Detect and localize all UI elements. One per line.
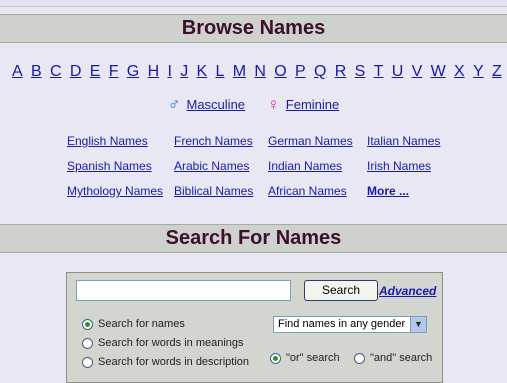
letter-v-link[interactable]: V xyxy=(412,63,423,81)
search-names-heading: Search For Names xyxy=(0,224,507,253)
category-french-link[interactable]: French Names xyxy=(174,133,268,149)
male-symbol-icon: ♂ xyxy=(167,95,181,114)
category-indian-link[interactable]: Indian Names xyxy=(268,158,367,174)
letter-h-link[interactable]: H xyxy=(148,63,160,81)
option-and-search-label: "and" search xyxy=(370,352,433,364)
letter-a-link[interactable]: A xyxy=(12,63,23,81)
gender-select[interactable]: Find names in any gender ▼ xyxy=(273,316,427,333)
category-italian-link[interactable]: Italian Names xyxy=(367,133,477,149)
category-arabic-link[interactable]: Arabic Names xyxy=(174,158,268,174)
category-spanish-link[interactable]: Spanish Names xyxy=(67,158,174,174)
letter-q-link[interactable]: Q xyxy=(314,63,326,81)
letter-e-link[interactable]: E xyxy=(90,63,101,81)
letter-i-link[interactable]: I xyxy=(167,63,171,81)
letter-f-link[interactable]: F xyxy=(109,63,119,81)
letter-p-link[interactable]: P xyxy=(295,63,306,81)
advanced-search-link[interactable]: Advanced xyxy=(379,284,436,298)
radio-selected[interactable] xyxy=(270,352,281,364)
gender-links: ♂ Masculine ♀ Feminine xyxy=(0,96,507,113)
category-mythology-link[interactable]: Mythology Names xyxy=(67,183,174,199)
search-button[interactable]: Search xyxy=(304,280,378,301)
browse-names-heading: Browse Names xyxy=(0,14,507,43)
radio-selected[interactable] xyxy=(82,318,93,330)
letter-b-link[interactable]: B xyxy=(31,63,42,81)
option-search-meanings-label: Search for words in meanings xyxy=(98,337,244,349)
letter-c-link[interactable]: C xyxy=(50,63,62,81)
letter-g-link[interactable]: G xyxy=(127,63,139,81)
radio-unselected[interactable] xyxy=(82,337,93,349)
letter-r-link[interactable]: R xyxy=(335,63,347,81)
letter-m-link[interactable]: M xyxy=(233,63,246,81)
radio-unselected[interactable] xyxy=(354,352,365,364)
feminine-label: Feminine xyxy=(285,97,340,112)
letter-x-link[interactable]: X xyxy=(454,63,465,81)
option-or-search-label: "or" search xyxy=(286,352,340,364)
female-symbol-icon: ♀ xyxy=(267,95,280,114)
gender-select-value: Find names in any gender xyxy=(278,318,406,330)
option-search-names[interactable]: Search for names xyxy=(82,318,185,330)
option-or-search[interactable]: "or" search xyxy=(270,352,340,364)
letter-w-link[interactable]: W xyxy=(431,63,446,81)
letter-t-link[interactable]: T xyxy=(374,63,384,81)
search-input[interactable] xyxy=(76,280,291,301)
chevron-down-icon[interactable]: ▼ xyxy=(410,317,426,332)
letter-z-link[interactable]: Z xyxy=(492,63,502,81)
category-english-link[interactable]: English Names xyxy=(67,133,174,149)
option-search-names-label: Search for names xyxy=(98,318,185,330)
masculine-link[interactable]: ♂ Masculine xyxy=(168,96,245,113)
radio-unselected[interactable] xyxy=(82,356,93,368)
alphabet-nav: A B C D E F G H I J K L M N O P Q R S T … xyxy=(12,63,502,81)
masculine-label: Masculine xyxy=(186,97,246,112)
option-and-search[interactable]: "and" search xyxy=(354,352,432,364)
letter-k-link[interactable]: K xyxy=(197,63,208,81)
category-more-link[interactable]: More ... xyxy=(367,183,477,199)
letter-u-link[interactable]: U xyxy=(392,63,404,81)
option-search-description-label: Search for words in description xyxy=(98,356,250,368)
category-biblical-link[interactable]: Biblical Names xyxy=(174,183,268,199)
search-panel: Search Advanced Search for names Search … xyxy=(66,272,443,383)
name-categories: English Names French Names German Names … xyxy=(67,133,477,199)
top-strip xyxy=(0,0,507,7)
letter-n-link[interactable]: N xyxy=(254,63,266,81)
option-search-meanings[interactable]: Search for words in meanings xyxy=(82,337,244,349)
letter-l-link[interactable]: L xyxy=(216,63,225,81)
letter-o-link[interactable]: O xyxy=(274,63,286,81)
letter-d-link[interactable]: D xyxy=(70,63,82,81)
letter-s-link[interactable]: S xyxy=(355,63,366,81)
letter-y-link[interactable]: Y xyxy=(473,63,484,81)
feminine-link[interactable]: ♀ Feminine xyxy=(267,96,339,113)
category-african-link[interactable]: African Names xyxy=(268,183,367,199)
option-search-description[interactable]: Search for words in description xyxy=(82,356,249,368)
category-german-link[interactable]: German Names xyxy=(268,133,367,149)
letter-j-link[interactable]: J xyxy=(180,63,188,81)
category-irish-link[interactable]: Irish Names xyxy=(367,158,477,174)
